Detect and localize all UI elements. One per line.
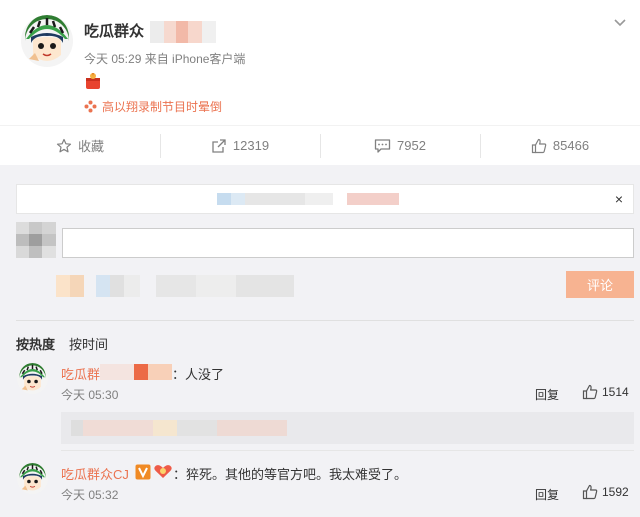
comment-time: 今天 05:30 bbox=[61, 388, 119, 402]
author-name[interactable]: 吃瓜群众 bbox=[84, 20, 144, 41]
vip-heart-badge-icon bbox=[153, 464, 173, 485]
blurred-notice-text bbox=[217, 193, 399, 205]
topic-link[interactable]: 高以翔录制节目时晕倒 bbox=[84, 98, 222, 115]
post-meta: 今天 05:29 来自 iPhone客户端 bbox=[84, 50, 245, 67]
tab-sort-hot[interactable]: 按热度 bbox=[16, 334, 55, 353]
blurred-subreply bbox=[61, 412, 634, 444]
topic-label[interactable]: 高以翔录制节目时晕倒 bbox=[102, 98, 222, 115]
comment-text: ：猝死。其他的等官方吧。我太难受了。 bbox=[173, 467, 408, 482]
comment-text: ：人没了 bbox=[172, 367, 225, 382]
post-time[interactable]: 今天 05:29 bbox=[84, 52, 141, 66]
star-icon bbox=[56, 138, 72, 152]
post-source: 来自 iPhone客户端 bbox=[144, 52, 246, 66]
comment-like-button[interactable]: 1514 bbox=[582, 384, 629, 400]
favorite-label: 收藏 bbox=[77, 139, 104, 154]
commenter-avatar[interactable] bbox=[17, 363, 48, 394]
like-icon bbox=[582, 484, 598, 500]
tab-sort-time[interactable]: 按时间 bbox=[69, 334, 108, 353]
comment-like-count: 1514 bbox=[602, 385, 629, 399]
comment-icon bbox=[374, 138, 391, 153]
divider bbox=[16, 320, 634, 321]
share-count: 12319 bbox=[232, 138, 270, 153]
commenter-name[interactable]: 吃瓜群 bbox=[61, 364, 100, 383]
favorite-button[interactable]: 收藏 bbox=[0, 126, 160, 165]
comment-button[interactable]: 7952 bbox=[320, 126, 480, 165]
verified-badge-icon bbox=[135, 464, 151, 485]
submit-comment-button[interactable]: 评论 bbox=[566, 271, 634, 298]
commenter-avatar[interactable] bbox=[17, 463, 48, 494]
like-button[interactable]: 85466 bbox=[480, 126, 640, 165]
author-avatar[interactable] bbox=[21, 15, 73, 67]
close-icon[interactable]: × bbox=[615, 191, 623, 207]
reply-button[interactable]: 回复 bbox=[535, 386, 559, 403]
comment-count: 7952 bbox=[397, 138, 426, 153]
comment-section: × 评论 按热度 按时间 吃瓜群 ：人没了 今天 05:30 回复 1514 吃… bbox=[0, 165, 640, 517]
share-button[interactable]: 12319 bbox=[160, 126, 320, 165]
comment-sort-tabs: 按热度 按时间 bbox=[16, 334, 108, 353]
like-icon bbox=[582, 384, 598, 400]
post-action-bar: 收藏 12319 7952 85466 bbox=[0, 125, 640, 165]
red-gift-icon bbox=[84, 72, 102, 90]
blurred-username-suffix bbox=[150, 17, 216, 47]
comment-input[interactable] bbox=[62, 228, 634, 258]
like-count: 85466 bbox=[552, 138, 590, 153]
reply-button[interactable]: 回复 bbox=[535, 486, 559, 503]
comment-like-button[interactable]: 1592 bbox=[582, 484, 629, 500]
blurred-commenter-name-suffix bbox=[100, 361, 172, 383]
divider bbox=[61, 450, 634, 451]
share-icon bbox=[212, 138, 226, 153]
my-avatar-blurred bbox=[16, 222, 56, 258]
commenter-name[interactable]: 吃瓜群众CJ bbox=[61, 464, 129, 483]
comment-like-count: 1592 bbox=[602, 485, 629, 499]
like-icon bbox=[531, 138, 547, 153]
composer-toolbar-blurred bbox=[56, 269, 296, 299]
topic-flower-icon bbox=[84, 100, 97, 113]
comment-time: 今天 05:32 bbox=[61, 488, 119, 502]
chevron-down-icon[interactable] bbox=[612, 14, 628, 30]
comment-notice-bar: × bbox=[16, 184, 634, 214]
weibo-post: 吃瓜群众 今天 05:29 来自 iPhone客户端 高以翔录制节目时晕倒 bbox=[0, 0, 640, 125]
